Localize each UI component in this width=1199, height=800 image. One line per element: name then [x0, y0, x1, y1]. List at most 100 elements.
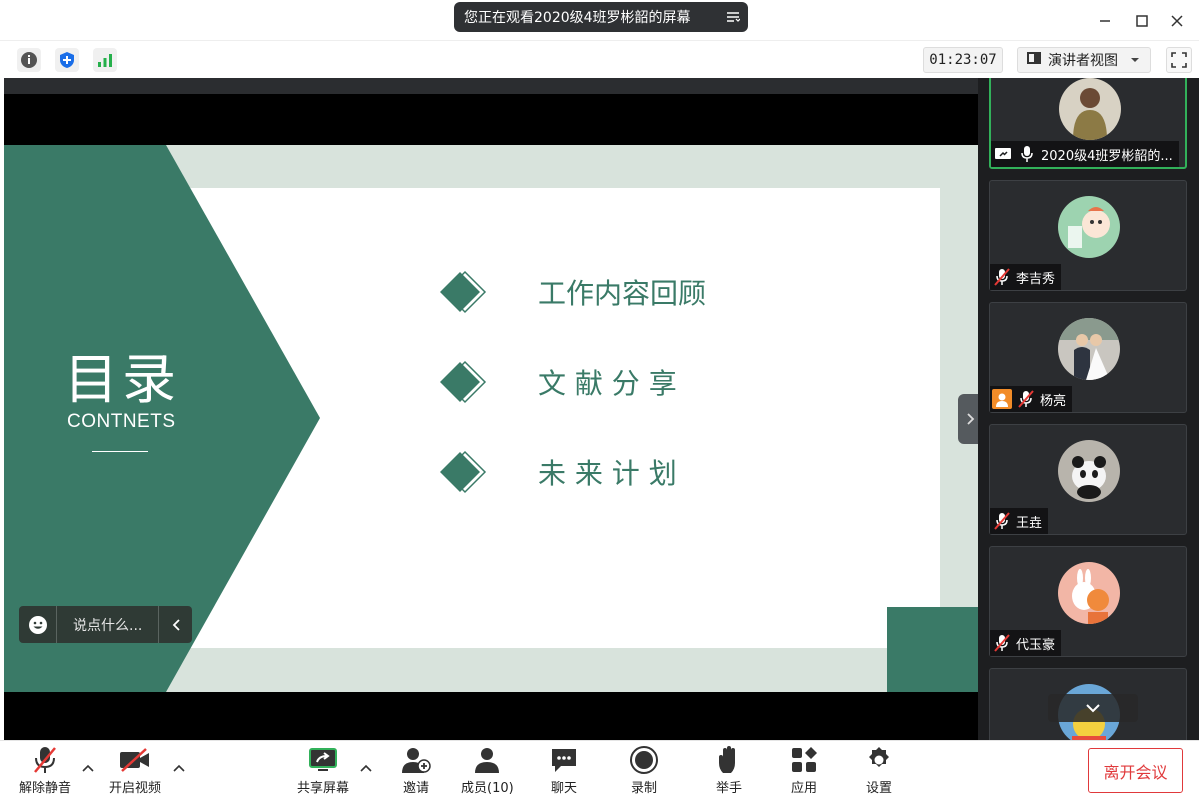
agenda-item-label: 工作内容回顾 — [538, 277, 707, 310]
chat-label: 聊天 — [550, 781, 577, 796]
raise-hand-label: 举手 — [715, 781, 742, 796]
slide-title-underline — [92, 451, 148, 452]
slide-subtitle: CONTNETS — [67, 411, 176, 432]
chat-button[interactable]: 聊天 — [547, 745, 581, 796]
members-icon — [470, 745, 504, 775]
microphone-muted-icon — [28, 745, 62, 775]
participant-tile[interactable]: 2020级4班罗彬韶的... — [989, 78, 1187, 169]
raise-hand-button[interactable]: 举手 — [712, 745, 746, 796]
agenda-item: 文 献 分 享 — [440, 360, 677, 404]
share-screen-button[interactable]: 共享屏幕 — [297, 745, 349, 796]
apps-label: 应用 — [790, 781, 817, 796]
view-mode-dropdown[interactable]: 演讲者视图 — [1017, 47, 1151, 73]
participant-tile[interactable]: 杨亮 — [989, 302, 1187, 413]
menu-icon[interactable] — [718, 2, 748, 32]
record-button[interactable]: 录制 — [627, 745, 661, 796]
chevron-down-icon — [1130, 52, 1140, 68]
microphone-muted-icon — [1016, 389, 1036, 409]
apps-icon — [787, 745, 821, 775]
speaker-view-icon — [1026, 50, 1042, 70]
diamond-icon — [440, 360, 490, 404]
share-banner[interactable]: 您正在观看2020级4班罗彬韶的屏幕 — [454, 2, 748, 32]
gear-icon — [862, 745, 896, 775]
slide-corner-block — [887, 607, 978, 692]
shared-screen-view[interactable]: 目录 CONTNETS 工作内容回顾 文 献 分 享 未 来 计 划 说点什么.… — [4, 78, 978, 740]
participant-name: 代玉豪 — [1016, 637, 1056, 653]
members-label: 成员(10) — [461, 781, 514, 796]
participant-namebar: 李吉秀 — [990, 264, 1062, 290]
scroll-down-button[interactable] — [1048, 694, 1138, 722]
share-screen-label: 共享屏幕 — [297, 781, 350, 796]
avatar — [1058, 440, 1120, 502]
apps-button[interactable]: 应用 — [787, 745, 821, 796]
add-user-icon — [399, 745, 433, 775]
share-screen-icon — [306, 745, 340, 775]
meeting-controls-bar: 解除静音 开启视频 共享屏幕 邀请 成员(10) 聊天 录制 举手 应用 设置 … — [0, 740, 1199, 800]
maximize-button[interactable] — [1127, 8, 1157, 34]
diamond-icon — [440, 270, 490, 314]
leave-meeting-button[interactable]: 离开会议 — [1088, 748, 1183, 793]
avatar — [1058, 318, 1120, 380]
emoji-icon[interactable] — [19, 606, 57, 643]
participant-tile[interactable]: 代玉豪 — [989, 546, 1187, 657]
comment-box[interactable]: 说点什么... — [19, 606, 192, 643]
participant-namebar: 王垚 — [990, 508, 1049, 534]
avatar — [1058, 562, 1120, 624]
participant-name: 2020级4班罗彬韶的... — [1041, 148, 1173, 164]
participant-name: 杨亮 — [1040, 393, 1067, 409]
fullscreen-button[interactable] — [1166, 47, 1192, 73]
comment-placeholder[interactable]: 说点什么... — [57, 615, 158, 635]
participant-namebar: 代玉豪 — [990, 630, 1062, 656]
meeting-timer: 01:23:07 — [923, 47, 1003, 73]
chat-icon — [547, 745, 581, 775]
user-avatar-icon — [992, 389, 1012, 409]
hand-icon — [712, 745, 746, 775]
diamond-icon — [440, 450, 490, 494]
participant-namebar: 杨亮 — [990, 386, 1073, 412]
invite-label: 邀请 — [402, 781, 429, 796]
participant-namebar: 2020级4班罗彬韶的... — [991, 141, 1179, 167]
video-options-chevron-icon[interactable] — [172, 761, 186, 775]
microphone-muted-icon — [992, 267, 1012, 287]
signal-icon[interactable] — [93, 48, 117, 72]
participant-panel: 2020级4班罗彬韶的... 李吉秀 杨亮 王垚 代玉豪 — [978, 78, 1199, 740]
start-video-label: 开启视频 — [109, 781, 162, 796]
info-icon[interactable] — [17, 48, 41, 72]
invite-button[interactable]: 邀请 — [399, 745, 433, 796]
participant-name: 王垚 — [1016, 515, 1043, 531]
participant-tile[interactable]: 李吉秀 — [989, 180, 1187, 291]
screen-share-icon — [993, 144, 1013, 164]
share-options-chevron-icon[interactable] — [359, 761, 373, 775]
participant-name: 李吉秀 — [1016, 271, 1056, 287]
audio-options-chevron-icon[interactable] — [81, 761, 95, 775]
close-button[interactable] — [1162, 8, 1192, 34]
agenda-item-label: 文 献 分 享 — [538, 367, 677, 400]
slide-title: 目录 — [64, 348, 180, 411]
participant-tile[interactable]: 王垚 — [989, 424, 1187, 535]
record-icon — [627, 745, 661, 775]
start-video-button[interactable]: 开启视频 — [109, 745, 161, 796]
avatar — [1058, 196, 1120, 258]
unmute-button[interactable]: 解除静音 — [19, 745, 71, 796]
microphone-icon — [1017, 144, 1037, 164]
shield-icon[interactable] — [55, 48, 79, 72]
view-mode-label: 演讲者视图 — [1048, 53, 1118, 69]
settings-label: 设置 — [865, 781, 892, 796]
agenda-item: 未 来 计 划 — [440, 450, 677, 494]
share-banner-label: 您正在观看2020级4班罗彬韶的屏幕 — [464, 10, 691, 26]
microphone-muted-icon — [992, 511, 1012, 531]
agenda-item: 工作内容回顾 — [440, 270, 706, 314]
settings-button[interactable]: 设置 — [862, 745, 896, 796]
agenda-item-label: 未 来 计 划 — [538, 457, 677, 490]
camera-off-icon — [118, 745, 152, 775]
title-bar: 您正在观看2020级4班罗彬韶的屏幕 — [0, 0, 1199, 40]
screen-top-strip — [4, 78, 978, 94]
meeting-toolbar: 01:23:07 演讲者视图 — [0, 40, 1199, 78]
minimize-button[interactable] — [1090, 8, 1120, 34]
record-label: 录制 — [630, 781, 657, 796]
avatar — [1059, 78, 1121, 140]
members-button[interactable]: 成员(10) — [461, 745, 514, 796]
microphone-muted-icon — [992, 633, 1012, 653]
unmute-label: 解除静音 — [19, 781, 72, 796]
chevron-left-icon[interactable] — [158, 606, 192, 643]
